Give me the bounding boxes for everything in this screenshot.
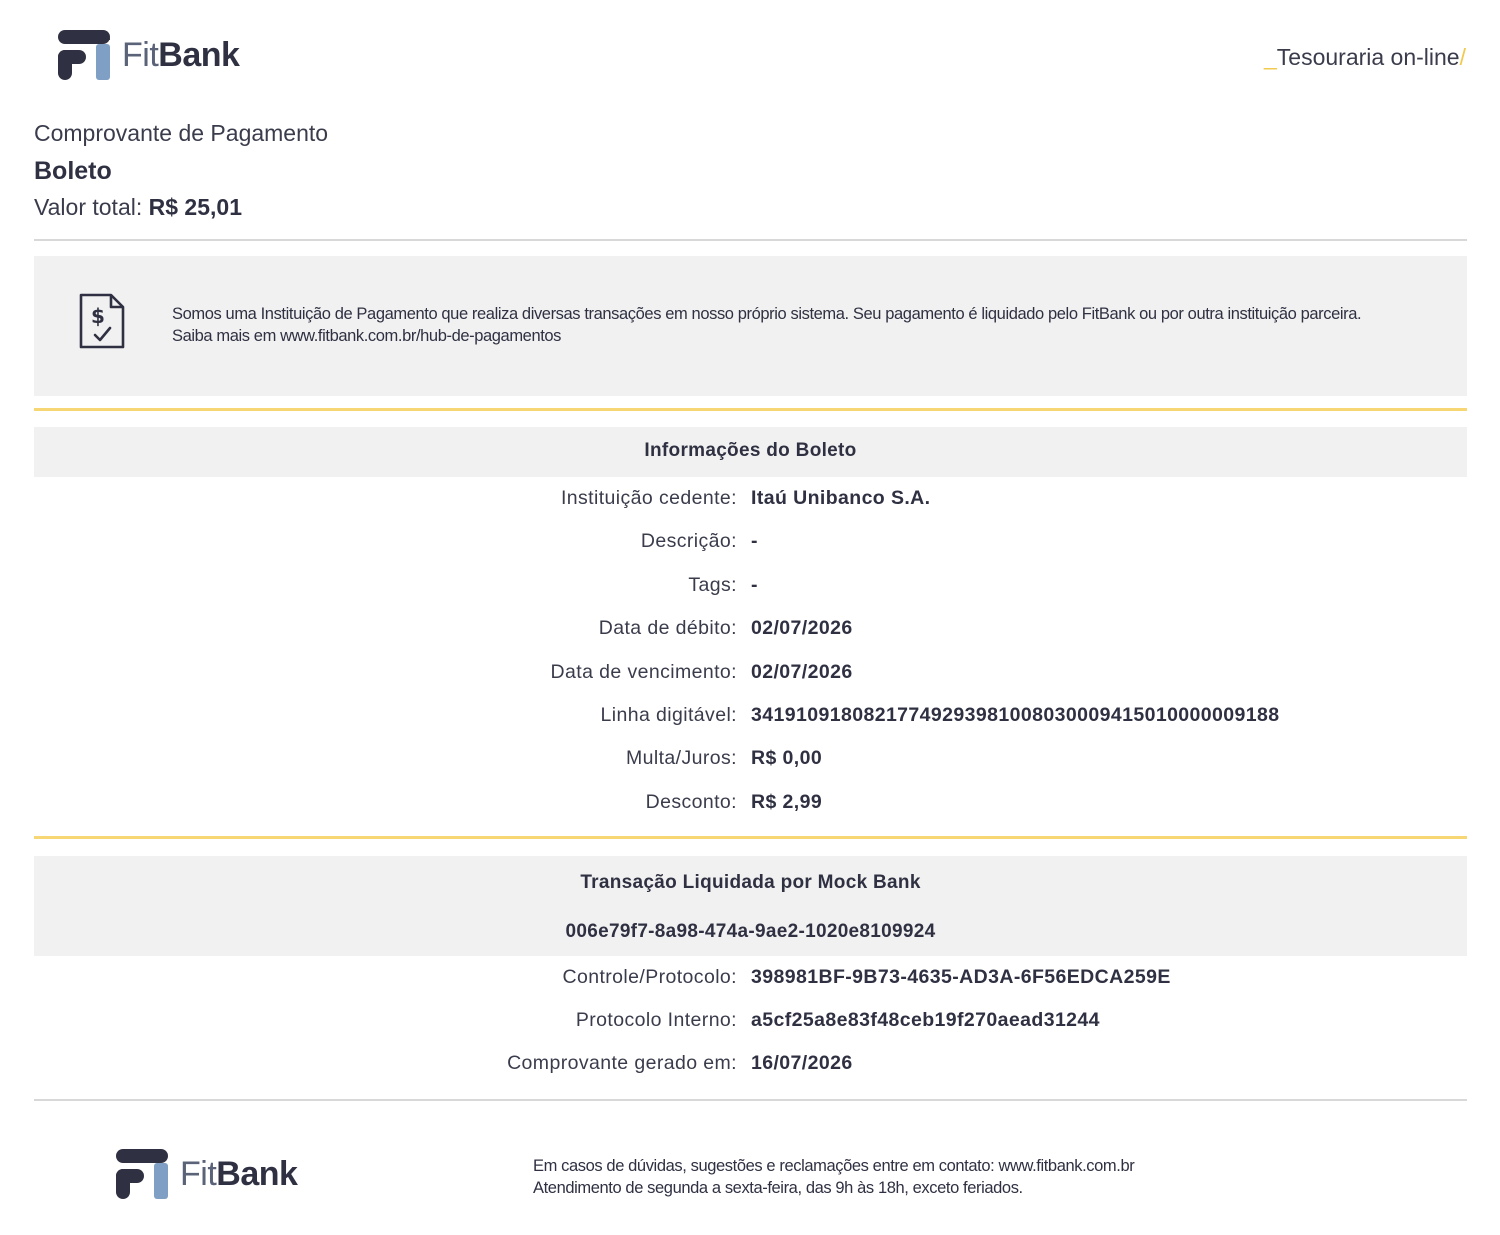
fitbank-wordmark: FitBank [180,1154,298,1194]
total-value: R$ 25,01 [148,194,242,220]
footer-fitbank-logo: FitBank [116,1147,298,1201]
boleto-section-header: Informações do Boleto [34,427,1467,477]
row-label: Instituição cedente: [560,487,737,509]
divider-yellow [34,408,1467,411]
document-kind: Comprovante de Pagamento [34,120,329,146]
document-type: Boleto [34,157,112,185]
transaction-section-title: Transação Liquidada por Mock Bank [580,872,921,893]
logo-fit-text: Fit [122,35,159,74]
footer-contact: Em casos de dúvidas, sugestões e reclama… [533,1155,1135,1199]
row-value: R$ 0,00 [751,747,823,769]
fitbank-logo: FitBank [58,28,240,82]
row-value: Itaú Unibanco S.A. [751,487,931,509]
row-value: 16/07/2026 [751,1052,853,1074]
total-label: Valor total: [34,194,143,220]
logo-bank-text: Bank [216,1154,298,1193]
notice-panel: $ Somos uma Instituição de Pagamento que… [34,256,1467,396]
row-value: R$ 2,99 [751,791,823,813]
divider [34,239,1467,241]
fitbank-wordmark: FitBank [122,35,240,75]
tagline-prefix: _ [1263,44,1277,70]
title-block: Comprovante de Pagamento Boleto Valor to… [34,120,328,221]
header: FitBank _Tesouraria on-line/ [0,0,1500,110]
row-label: Linha digitável: [600,704,737,726]
receipt-dollar-icon: $ [79,293,125,349]
svg-text:$: $ [91,304,105,328]
fitbank-logo-icon [58,30,110,80]
row-value: - [751,530,758,552]
row-value: 3419109180821774929398100803000941501000… [751,704,1280,726]
row-label: Data de vencimento: [550,661,737,683]
tagline-suffix: / [1459,44,1466,70]
row-label: Multa/Juros: [625,747,737,769]
row-label: Descrição: [640,530,737,552]
row-value: - [751,574,758,596]
transaction-id: 006e79f7-8a98-474a-9ae2-1020e8109924 [565,921,936,942]
footer-line-2: Atendimento de segunda a sexta-feira, da… [533,1179,1023,1197]
row-label: Tags: [688,574,737,596]
notice-text: Somos uma Instituição de Pagamento que r… [172,303,1362,347]
notice-line-2: Saiba mais em www.fitbank.com.br/hub-de-… [172,327,562,345]
row-value: a5cf25a8e83f48ceb19f270aead31244 [751,1009,1100,1031]
row-label: Comprovante gerado em: [507,1052,737,1074]
row-value: 02/07/2026 [751,617,853,639]
row-label: Controle/Protocolo: [562,966,737,988]
row-label: Data de débito: [598,617,737,639]
row-value: 398981BF-9B73-4635-AD3A-6F56EDCA259E [751,966,1171,988]
row-label: Protocolo Interno: [575,1009,737,1031]
logo-bank-text: Bank [158,35,240,74]
boleto-section-title: Informações do Boleto [644,440,857,461]
total-amount: Valor total: R$ 25,01 [34,194,328,221]
transaction-section-header: Transação Liquidada por Mock Bank 006e79… [34,856,1467,956]
notice-line-1: Somos uma Instituição de Pagamento que r… [172,305,1362,323]
tagline: _Tesouraria on-line/ [1264,44,1466,71]
fitbank-logo-icon [116,1149,168,1199]
divider [34,1099,1467,1101]
footer-line-1: Em casos de dúvidas, sugestões e reclama… [533,1157,1135,1175]
divider-yellow [34,836,1467,839]
logo-fit-text: Fit [180,1154,217,1193]
row-value: 02/07/2026 [751,661,853,683]
row-label: Desconto: [645,791,737,813]
tagline-text: Tesouraria on-line [1276,44,1460,70]
